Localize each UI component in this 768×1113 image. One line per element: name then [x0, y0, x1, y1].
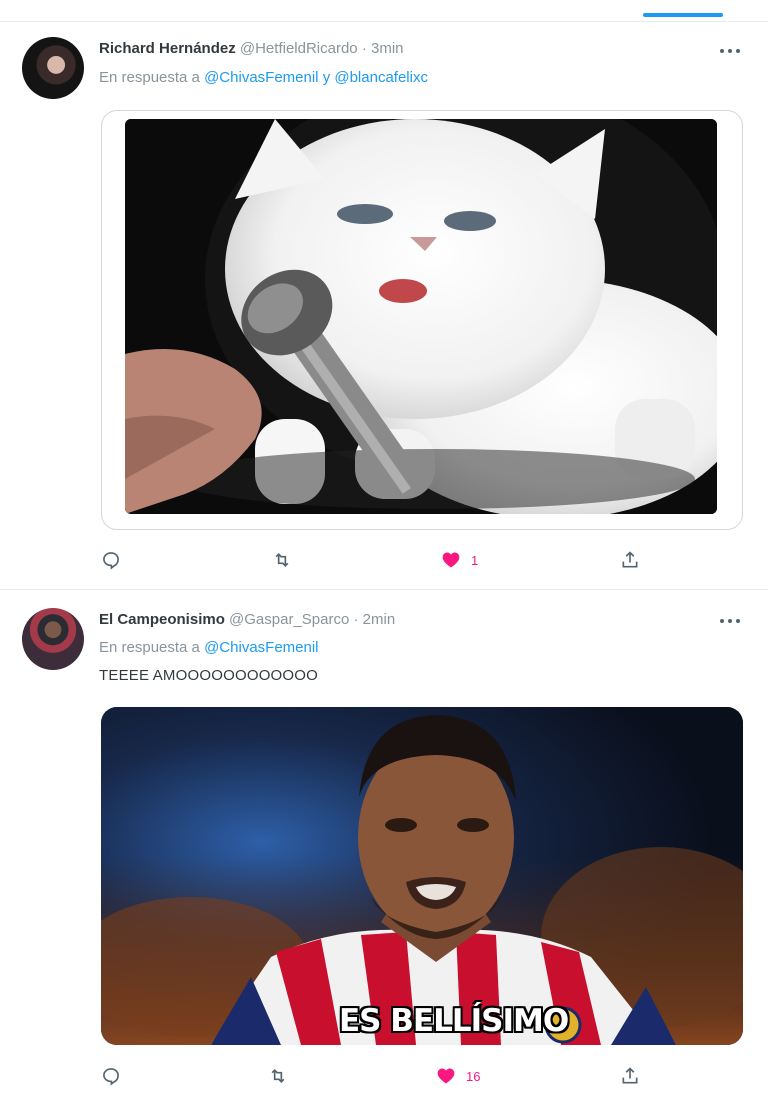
kitten-gif[interactable] [125, 119, 717, 514]
tab-bar [0, 0, 768, 22]
share-icon [622, 551, 638, 568]
like-icon [437, 1068, 455, 1084]
action-bar: 1 [0, 548, 768, 572]
reply-button[interactable] [101, 1064, 121, 1088]
avatar[interactable] [22, 608, 84, 670]
like-count: 16 [466, 1068, 481, 1084]
reply-icon [103, 1068, 119, 1086]
kitten-illustration [125, 119, 717, 514]
mention-link[interactable]: @ChivasFemenil [204, 639, 318, 656]
active-tab-indicator [643, 13, 723, 17]
share-button[interactable] [620, 1064, 640, 1088]
more-icon[interactable] [720, 46, 742, 56]
action-bar: 16 [0, 1064, 768, 1088]
share-button[interactable] [620, 548, 640, 572]
reply-icon [103, 552, 119, 570]
tweet-header: Richard Hernández @HetfieldRicardo · 3mi… [99, 40, 404, 57]
reply-context: En respuesta a @ChivasFemenil [99, 639, 319, 656]
like-icon [442, 552, 460, 568]
media-card[interactable] [101, 110, 743, 530]
man-in-jersey-illustration [101, 707, 743, 1045]
like-button[interactable]: 1 [441, 548, 478, 572]
mention-joiner: y [322, 69, 331, 86]
mention-link[interactable]: @ChivasFemenil [204, 69, 318, 86]
author-name[interactable]: El Campeonisimo [99, 611, 225, 628]
tweet-header: El Campeonisimo @Gaspar_Sparco · 2min [99, 611, 395, 628]
like-count: 1 [471, 552, 479, 568]
avatar[interactable] [22, 37, 84, 99]
reply-button[interactable] [101, 548, 121, 572]
more-icon[interactable] [720, 616, 742, 626]
tweet-image[interactable]: ES BELLÍSIMO [101, 707, 743, 1045]
author-name[interactable]: Richard Hernández [99, 40, 236, 57]
reply-prefix: En respuesta a [99, 639, 200, 656]
retweet-button[interactable] [268, 1064, 288, 1088]
tweet-text: TEEEE AMOOOOOOOOOOOO [99, 667, 319, 684]
like-button[interactable]: 16 [436, 1064, 480, 1088]
retweet-icon [275, 552, 289, 568]
reply-context: En respuesta a @ChivasFemenil y @blancaf… [99, 69, 428, 86]
tweet-2[interactable]: El Campeonisimo @Gaspar_Sparco · 2min En… [0, 590, 768, 1113]
retweet-button[interactable] [272, 548, 292, 572]
retweet-icon [271, 1068, 285, 1084]
timeline-feed: Richard Hernández @HetfieldRicardo · 3mi… [0, 0, 768, 1113]
tweet-1[interactable]: Richard Hernández @HetfieldRicardo · 3mi… [0, 22, 768, 590]
reply-prefix: En respuesta a [99, 69, 200, 86]
timestamp[interactable]: · 3min [362, 40, 404, 57]
author-handle[interactable]: @Gaspar_Sparco [229, 611, 349, 628]
timestamp[interactable]: · 2min [354, 611, 396, 628]
image-caption: ES BELLÍSIMO [339, 1003, 569, 1039]
author-handle[interactable]: @HetfieldRicardo [240, 40, 358, 57]
share-icon [622, 1067, 638, 1084]
mention-link[interactable]: @blancafelixc [334, 69, 428, 86]
